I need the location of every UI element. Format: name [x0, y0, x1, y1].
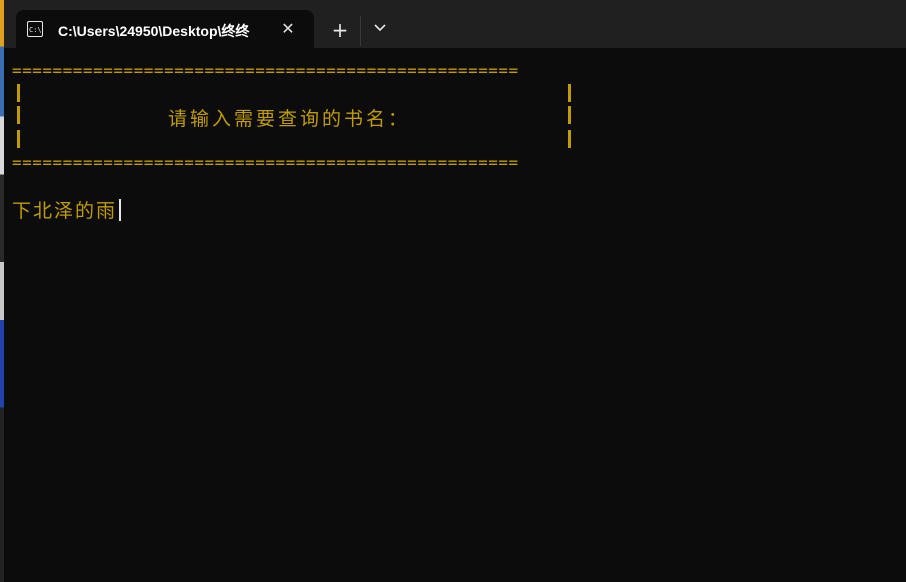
text-cursor — [119, 199, 121, 221]
input-value: 下北泽的雨 — [12, 200, 118, 222]
border-left — [17, 130, 20, 148]
title-bar: C:\ C:\Users\24950\Desktop\终终 ✕ + — [4, 0, 906, 48]
tab-title: C:\Users\24950\Desktop\终终 — [58, 23, 250, 39]
border-right — [568, 106, 571, 124]
tab-terminal[interactable]: C:\ C:\Users\24950\Desktop\终终 ✕ — [16, 10, 314, 48]
border-top: ========================================… — [12, 62, 519, 80]
desktop-background-strip — [0, 0, 4, 582]
border-right — [568, 84, 571, 102]
close-icon[interactable]: ✕ — [278, 19, 298, 39]
border-left — [17, 106, 20, 124]
border-right — [568, 130, 571, 148]
new-tab-button[interactable]: + — [326, 18, 354, 42]
border-bottom: ========================================… — [12, 154, 519, 172]
terminal-output[interactable]: ========================================… — [12, 58, 892, 578]
tab-divider — [360, 16, 361, 46]
terminal-icon: C:\ — [27, 21, 43, 37]
prompt-label: 请输入需要查询的书名： — [168, 108, 411, 130]
border-left — [17, 84, 20, 102]
command-input[interactable]: 下北泽的雨 — [12, 196, 121, 223]
svg-text:C:\: C:\ — [29, 26, 41, 34]
chevron-down-icon[interactable] — [366, 18, 394, 42]
